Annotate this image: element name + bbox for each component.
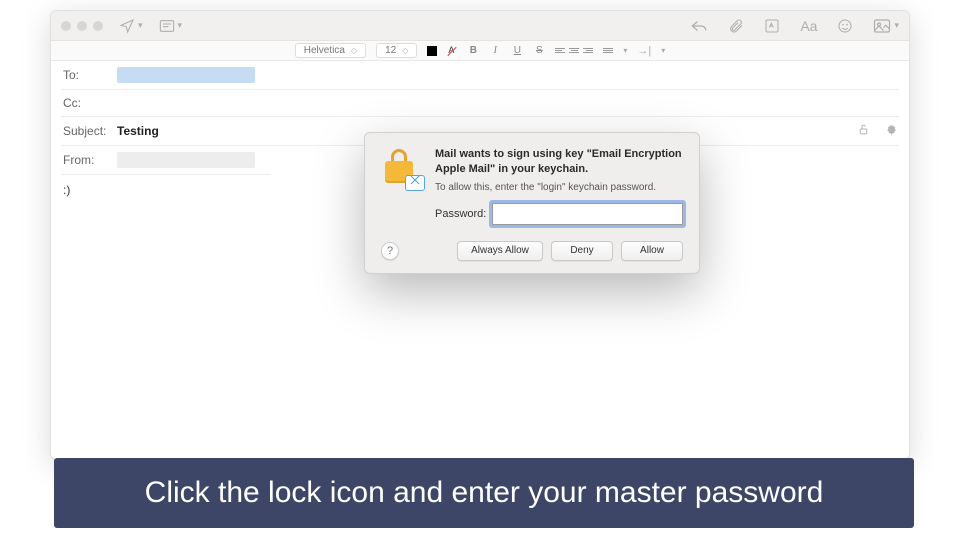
photo-browser-button[interactable]: ▾ (873, 18, 899, 34)
password-input[interactable] (492, 203, 683, 225)
list-rect-icon (159, 19, 175, 33)
reply-icon[interactable] (690, 18, 708, 34)
paperclip-icon[interactable] (728, 18, 744, 34)
chevron-down-icon: ▾ (623, 46, 627, 55)
list-button[interactable] (603, 48, 613, 53)
format-icon[interactable]: Aa (800, 18, 817, 34)
deny-button[interactable]: Deny (551, 241, 613, 261)
stepper-icon: ◇ (402, 46, 408, 55)
paper-plane-icon (119, 18, 135, 34)
photo-icon (873, 18, 891, 34)
lock-open-icon[interactable] (857, 123, 870, 139)
dialog-heading: Mail wants to sign using key "Email Encr… (435, 147, 683, 177)
mail-badge-icon (405, 175, 425, 191)
dialog-subtext: To allow this, enter the "login" keychai… (435, 182, 683, 193)
minimize-window-button[interactable] (77, 21, 87, 31)
align-center-button[interactable] (569, 48, 579, 53)
from-label: From: (63, 153, 117, 167)
text-color-button[interactable] (427, 46, 437, 56)
send-button[interactable]: ▾ (119, 18, 143, 34)
italic-button[interactable]: I (489, 45, 501, 56)
underline-button[interactable]: U (511, 45, 523, 56)
font-size-value: 12 (385, 45, 396, 56)
chevron-down-icon: ▾ (178, 20, 183, 31)
allow-button[interactable]: Allow (621, 241, 683, 261)
cc-row[interactable]: Cc: (61, 90, 899, 117)
subject-value: Testing (117, 124, 159, 138)
indent-button[interactable]: →| (637, 45, 651, 57)
traffic-lights (61, 21, 103, 31)
font-size-select[interactable]: 12 ◇ (376, 43, 417, 58)
instruction-caption: Click the lock icon and enter your maste… (54, 458, 914, 528)
align-right-button[interactable] (583, 48, 593, 53)
subject-label: Subject: (63, 124, 117, 138)
format-bar: Helvetica ◇ 12 ◇ B I U S ▾ →| ▾ (51, 41, 909, 61)
close-window-button[interactable] (61, 21, 71, 31)
align-left-button[interactable] (555, 48, 565, 53)
bold-button[interactable]: B (467, 45, 479, 56)
always-allow-button[interactable]: Always Allow (457, 241, 543, 261)
markup-icon[interactable] (764, 18, 780, 34)
to-label: To: (63, 68, 117, 82)
from-value: Redacted redacted@me (117, 152, 255, 168)
header-fields-button[interactable]: ▾ (159, 19, 183, 33)
to-value: redacted@example.com (117, 67, 255, 83)
font-family-select[interactable]: Helvetica ◇ (295, 43, 366, 58)
help-button[interactable]: ? (381, 242, 399, 260)
cc-label: Cc: (63, 96, 117, 110)
window-titlebar: ▾ ▾ Aa (51, 11, 909, 41)
text-bgcolor-button[interactable] (447, 46, 457, 56)
chevron-down-icon: ▾ (894, 20, 899, 31)
from-row[interactable]: From: Redacted redacted@me (61, 146, 271, 175)
seal-icon[interactable] (884, 123, 897, 139)
font-family-value: Helvetica (304, 45, 345, 56)
strike-button[interactable]: S (533, 45, 545, 56)
body-text: :) (63, 183, 70, 197)
password-label: Password: (435, 208, 486, 220)
keychain-lock-icon (381, 147, 423, 189)
chevron-down-icon: ▾ (138, 20, 143, 31)
chevron-down-icon: ▾ (661, 46, 665, 55)
stepper-icon: ◇ (351, 46, 357, 55)
to-row[interactable]: To: redacted@example.com (61, 61, 899, 90)
zoom-window-button[interactable] (93, 21, 103, 31)
emoji-icon[interactable] (837, 18, 853, 34)
keychain-dialog: Mail wants to sign using key "Email Encr… (364, 132, 700, 274)
